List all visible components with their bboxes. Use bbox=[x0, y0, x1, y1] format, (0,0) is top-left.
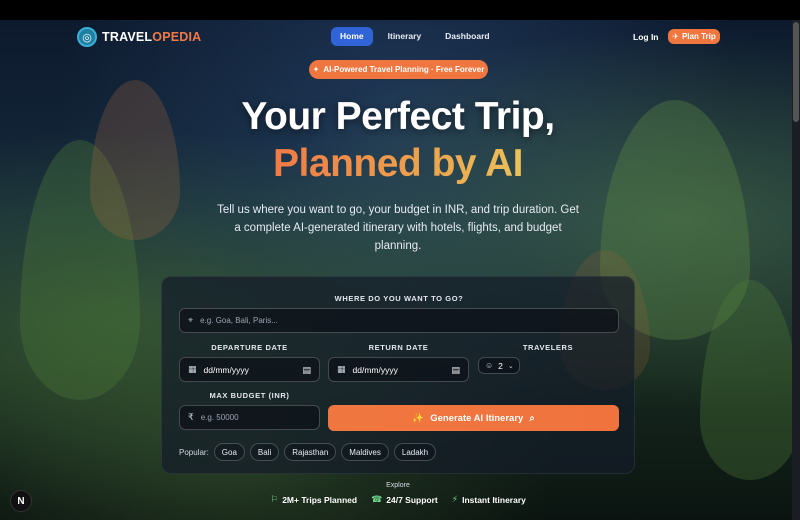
travelers-label: TRAVELERS bbox=[522, 343, 574, 352]
trip-search-form: WHERE DO YOU WANT TO GO? ⌖ e.g. Goa, Bal… bbox=[161, 276, 635, 474]
stat-trips: ⚐ 2M+ Trips Planned bbox=[270, 494, 358, 505]
nav-link-dashboard[interactable]: Dashboard bbox=[436, 27, 498, 46]
departure-date-value: dd/mm/yyyy bbox=[203, 364, 249, 375]
brand-logo[interactable]: ◎ TRAVELOPEDIA bbox=[77, 27, 201, 47]
brand-name: TRAVELOPEDIA bbox=[102, 30, 202, 44]
popular-chip-maldives[interactable]: Maldives bbox=[341, 443, 389, 461]
generate-label: Generate AI Itinerary bbox=[430, 412, 524, 424]
nextjs-dev-badge[interactable]: N bbox=[10, 490, 32, 512]
nav-link-home[interactable]: Home bbox=[331, 27, 373, 46]
ai-badge-text: AI-Powered Travel Planning · Free Foreve… bbox=[323, 65, 485, 74]
return-date-value: dd/mm/yyyy bbox=[352, 364, 398, 375]
nav-link-itinerary[interactable]: Itinerary bbox=[379, 27, 431, 46]
plan-trip-label: Plan Trip bbox=[681, 32, 716, 41]
lightning-icon: ⚡ bbox=[451, 494, 459, 504]
hero-title-line1: Your Perfect Trip, bbox=[241, 95, 555, 138]
destination-input[interactable]: ⌖ e.g. Goa, Bali, Paris... bbox=[179, 308, 619, 333]
calendar-icon: ▦ bbox=[188, 364, 197, 374]
departure-date-input[interactable]: ▦ dd/mm/yyyy ▤ bbox=[179, 357, 320, 382]
nav-links: Home Itinerary Dashboard bbox=[331, 27, 499, 46]
login-link[interactable]: Log In bbox=[633, 32, 659, 42]
hero-title-line2: Planned by AI bbox=[273, 142, 523, 185]
calendar-picker-icon[interactable]: ▤ bbox=[451, 365, 460, 376]
sparkle-icon: ✦ bbox=[312, 65, 320, 74]
popular-chip-goa[interactable]: Goa bbox=[213, 443, 245, 461]
departure-label: DEPARTURE DATE bbox=[211, 343, 288, 352]
travelers-value: 2 bbox=[498, 360, 503, 371]
chevron-down-icon: ⌄ bbox=[507, 362, 514, 370]
destination-placeholder: e.g. Goa, Bali, Paris... bbox=[200, 316, 278, 325]
sparkle-icon: ✨ bbox=[412, 412, 425, 424]
stat-instant: ⚡ Instant Itinerary bbox=[451, 494, 526, 505]
hero-subtitle: Tell us where you want to go, your budge… bbox=[217, 204, 579, 252]
headset-icon: ☎ bbox=[371, 494, 383, 504]
stats-row: ⚐ 2M+ Trips Planned ☎ 24/7 Support ⚡ Instan… bbox=[0, 494, 796, 505]
rupee-icon: ₹ bbox=[188, 412, 194, 422]
calendar-picker-icon[interactable]: ▤ bbox=[302, 365, 311, 376]
travelers-select[interactable]: ☺ 2 ⌄ bbox=[478, 357, 520, 374]
calendar-icon: ▦ bbox=[337, 364, 346, 374]
location-pin-icon: ⌖ bbox=[188, 315, 194, 325]
popular-chip-bali[interactable]: Bali bbox=[249, 443, 280, 461]
stat-support: ☎ 24/7 Support bbox=[371, 494, 438, 505]
browser-top-bar bbox=[0, 0, 800, 20]
destination-label: WHERE DO YOU WANT TO GO? bbox=[334, 294, 464, 303]
budget-placeholder: e.g. 50000 bbox=[200, 413, 239, 422]
generate-itinerary-button[interactable]: ✨ Generate AI Itinerary ⌕ bbox=[328, 405, 619, 431]
return-label: RETURN DATE bbox=[368, 343, 429, 352]
popular-chip-ladakh[interactable]: Ladakh bbox=[393, 443, 437, 461]
users-icon: ☺ bbox=[485, 361, 494, 370]
sparkle-icon: ✈ bbox=[672, 32, 679, 41]
top-navbar: ◎ TRAVELOPEDIA Home Itinerary Dashboard … bbox=[0, 20, 792, 54]
popular-destinations: Popular: Goa Bali Rajasthan Maldives Lad… bbox=[179, 443, 437, 461]
trophy-icon: ⚐ bbox=[270, 494, 279, 504]
budget-input[interactable]: ₹ e.g. 50000 bbox=[179, 405, 320, 430]
return-date-input[interactable]: ▦ dd/mm/yyyy ▤ bbox=[328, 357, 469, 382]
budget-label: MAX BUDGET (INR) bbox=[209, 391, 290, 400]
plan-trip-button[interactable]: ✈ Plan Trip bbox=[668, 29, 720, 44]
popular-chip-rajasthan[interactable]: Rajasthan bbox=[284, 443, 337, 461]
globe-icon: ◎ bbox=[77, 27, 97, 47]
explore-label[interactable]: Explore bbox=[0, 482, 796, 489]
popular-label: Popular: bbox=[179, 447, 209, 457]
ai-badge-pill: ✦ AI-Powered Travel Planning · Free Fore… bbox=[309, 60, 488, 79]
search-icon: ⌕ bbox=[529, 412, 535, 424]
